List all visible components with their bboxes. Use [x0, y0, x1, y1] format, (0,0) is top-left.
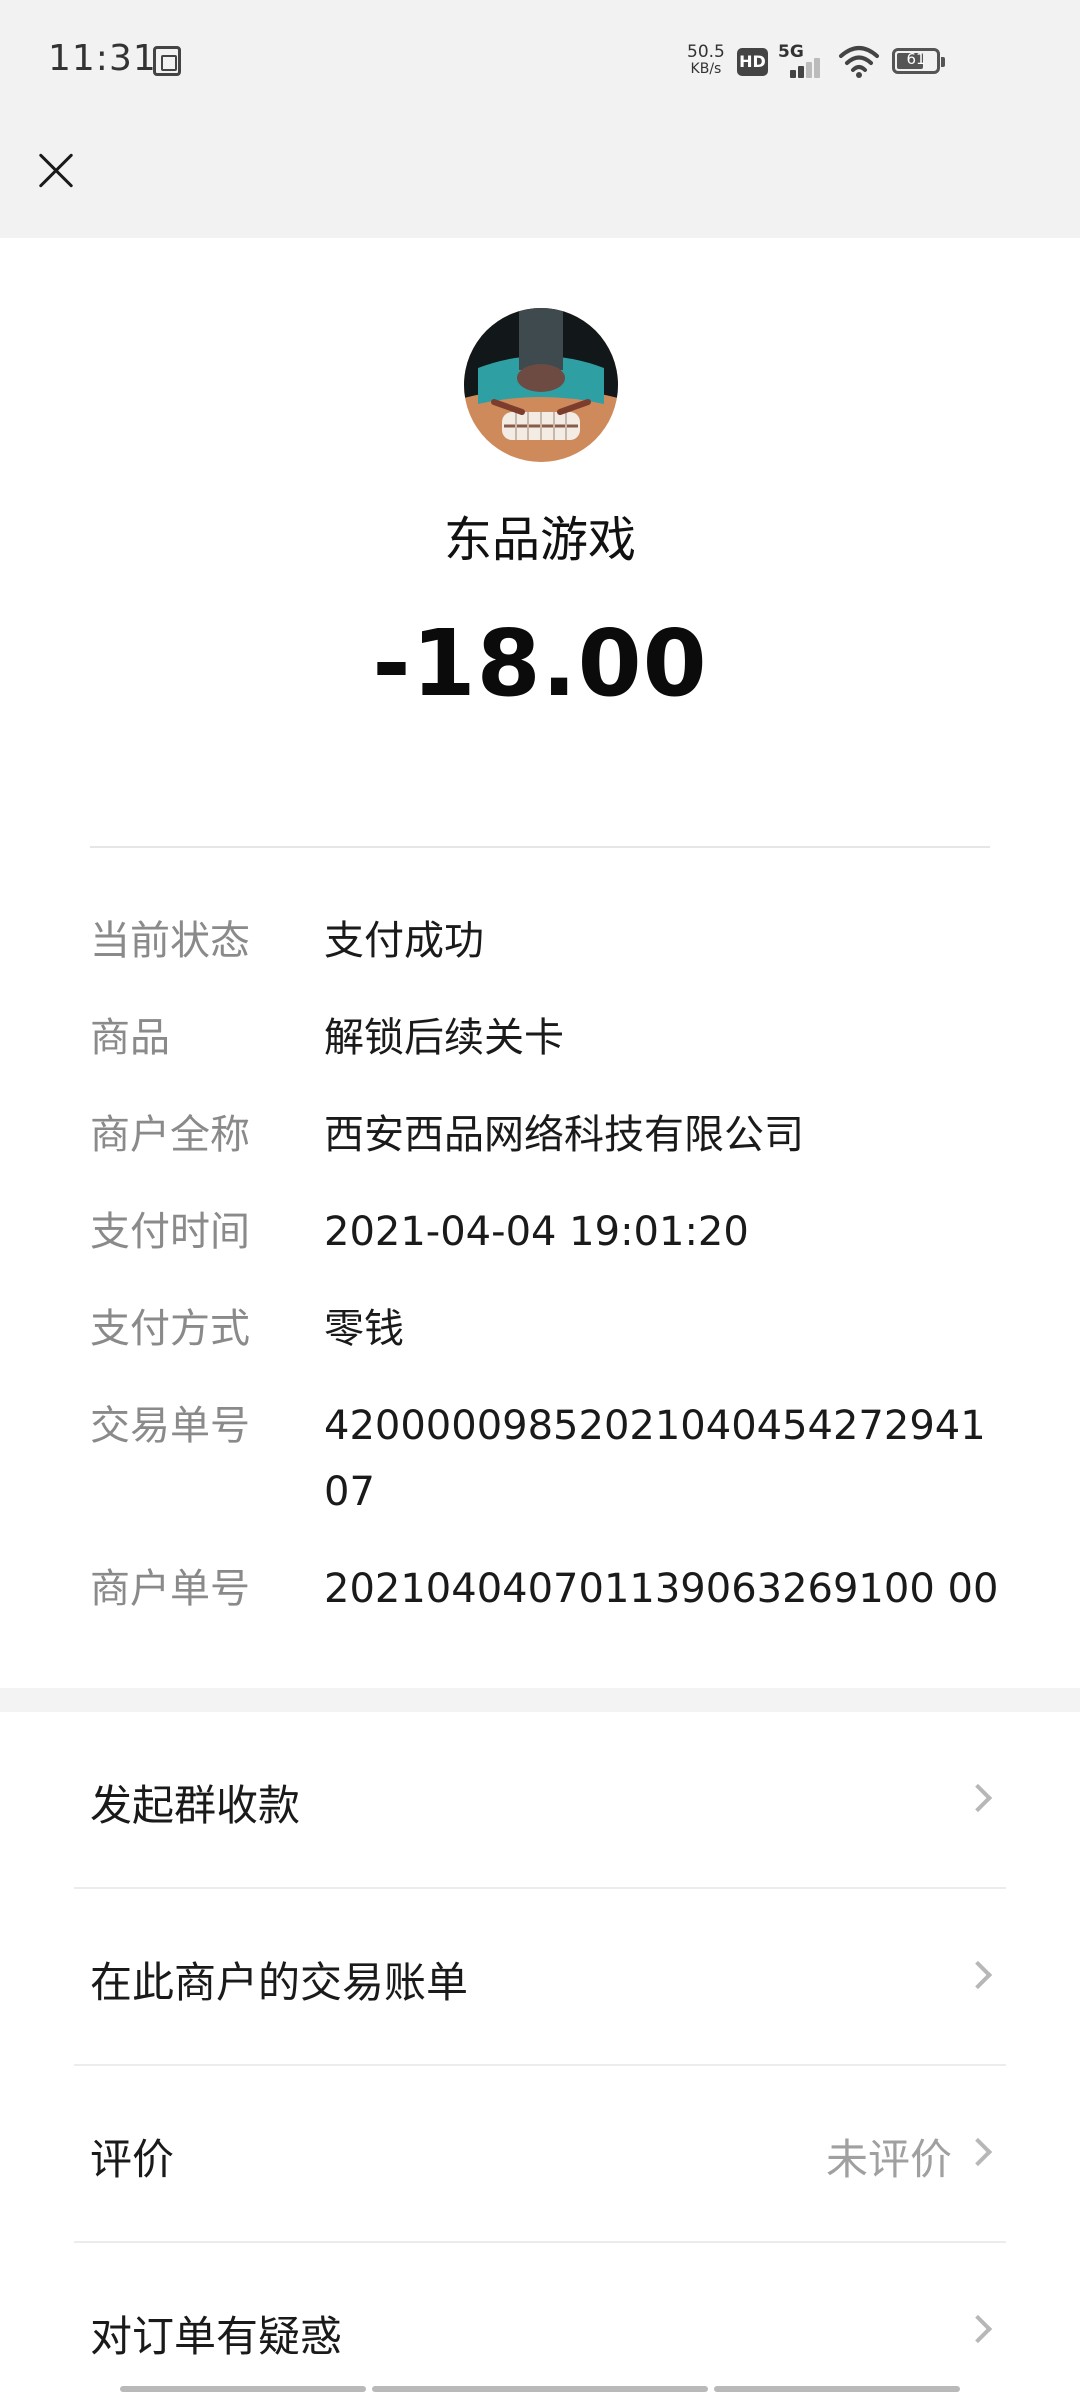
detail-row-payment-time: 支付时间 2021-04-04 19:01:20 — [90, 1206, 1000, 1265]
chevron-right-icon — [963, 1783, 993, 1813]
detail-value: 解锁后续关卡 — [324, 1015, 564, 1061]
menu-item-group-collection[interactable]: 发起群收款 — [0, 1712, 1080, 1889]
payment-amount: -18.00 — [372, 610, 708, 717]
wifi-icon — [839, 46, 879, 78]
menu-item-label: 在此商户的交易账单 — [90, 1958, 469, 2007]
detail-row-transaction-id: 交易单号 42000009852021040454272941 07 — [90, 1400, 1000, 1525]
menu-item-review[interactable]: 评价 未评价 — [0, 2066, 1080, 2243]
menu-item-label: 对订单有疑惑 — [90, 2312, 343, 2361]
action-list: 发起群收款 在此商户的交易账单 评价 未评价 对订单有疑惑 — [0, 1712, 1080, 2400]
detail-value: 零钱 — [324, 1306, 404, 1352]
hd-icon: HD — [737, 48, 768, 76]
merchant-name: 东品游戏 — [443, 512, 636, 568]
network-speed-unit: KB/s — [690, 61, 722, 77]
sim-icon — [153, 46, 181, 76]
close-icon[interactable] — [30, 146, 80, 196]
network-speed: 50.5 KB/s — [687, 44, 725, 78]
detail-row-payment-method: 支付方式 零钱 — [90, 1303, 1000, 1362]
detail-label: 商户单号 — [90, 1566, 250, 1612]
battery-icon: 61 — [892, 48, 945, 74]
detail-value: 202104040701139063269100 00 — [324, 1566, 999, 1612]
divider — [90, 846, 990, 848]
network-type-label: 5G — [778, 42, 804, 62]
detail-value: 42000009852021040454272941 07 — [324, 1403, 986, 1515]
detail-row-product: 商品 解锁后续关卡 — [90, 1012, 1000, 1071]
navigation-gesture-bar[interactable] — [120, 2386, 960, 2392]
detail-row-status: 当前状态 支付成功 — [90, 915, 1000, 974]
merchant-avatar — [464, 308, 618, 462]
menu-item-order-question[interactable]: 对订单有疑惑 — [0, 2243, 1080, 2400]
network-speed-value: 50.5 — [687, 42, 725, 62]
detail-value: 2021-04-04 19:01:20 — [324, 1209, 749, 1255]
chevron-right-icon — [963, 2314, 993, 2344]
detail-label: 当前状态 — [90, 918, 250, 964]
section-gap — [0, 1688, 1080, 1712]
menu-item-label: 发起群收款 — [90, 1781, 301, 1830]
detail-label: 支付时间 — [90, 1209, 250, 1255]
detail-label: 支付方式 — [90, 1306, 250, 1352]
detail-label: 商户全称 — [90, 1112, 250, 1158]
top-bar: 11:31 50.5 KB/s HD 5G 61 — [0, 0, 1080, 238]
detail-label: 商品 — [90, 1015, 170, 1061]
chevron-right-icon — [963, 1960, 993, 1990]
detail-row-merchant-full-name: 商户全称 西安西品网络科技有限公司 — [90, 1109, 1000, 1168]
status-time: 11:31 — [48, 38, 157, 79]
detail-value: 西安西品网络科技有限公司 — [324, 1112, 804, 1158]
menu-item-label: 评价 — [90, 2135, 175, 2184]
payment-details: 当前状态 支付成功 商品 解锁后续关卡 商户全称 西安西品网络科技有限公司 支付… — [90, 915, 1000, 1660]
detail-row-merchant-order-id: 商户单号 202104040701139063269100 00 — [90, 1563, 1000, 1622]
chevron-right-icon — [963, 2137, 993, 2167]
battery-level: 61 — [906, 50, 926, 68]
menu-item-merchant-bills[interactable]: 在此商户的交易账单 — [0, 1889, 1080, 2066]
detail-value: 支付成功 — [324, 918, 484, 964]
review-status: 未评价 — [825, 2135, 952, 2184]
cellular-signal-icon: 5G — [776, 42, 828, 80]
detail-label: 交易单号 — [90, 1403, 250, 1449]
